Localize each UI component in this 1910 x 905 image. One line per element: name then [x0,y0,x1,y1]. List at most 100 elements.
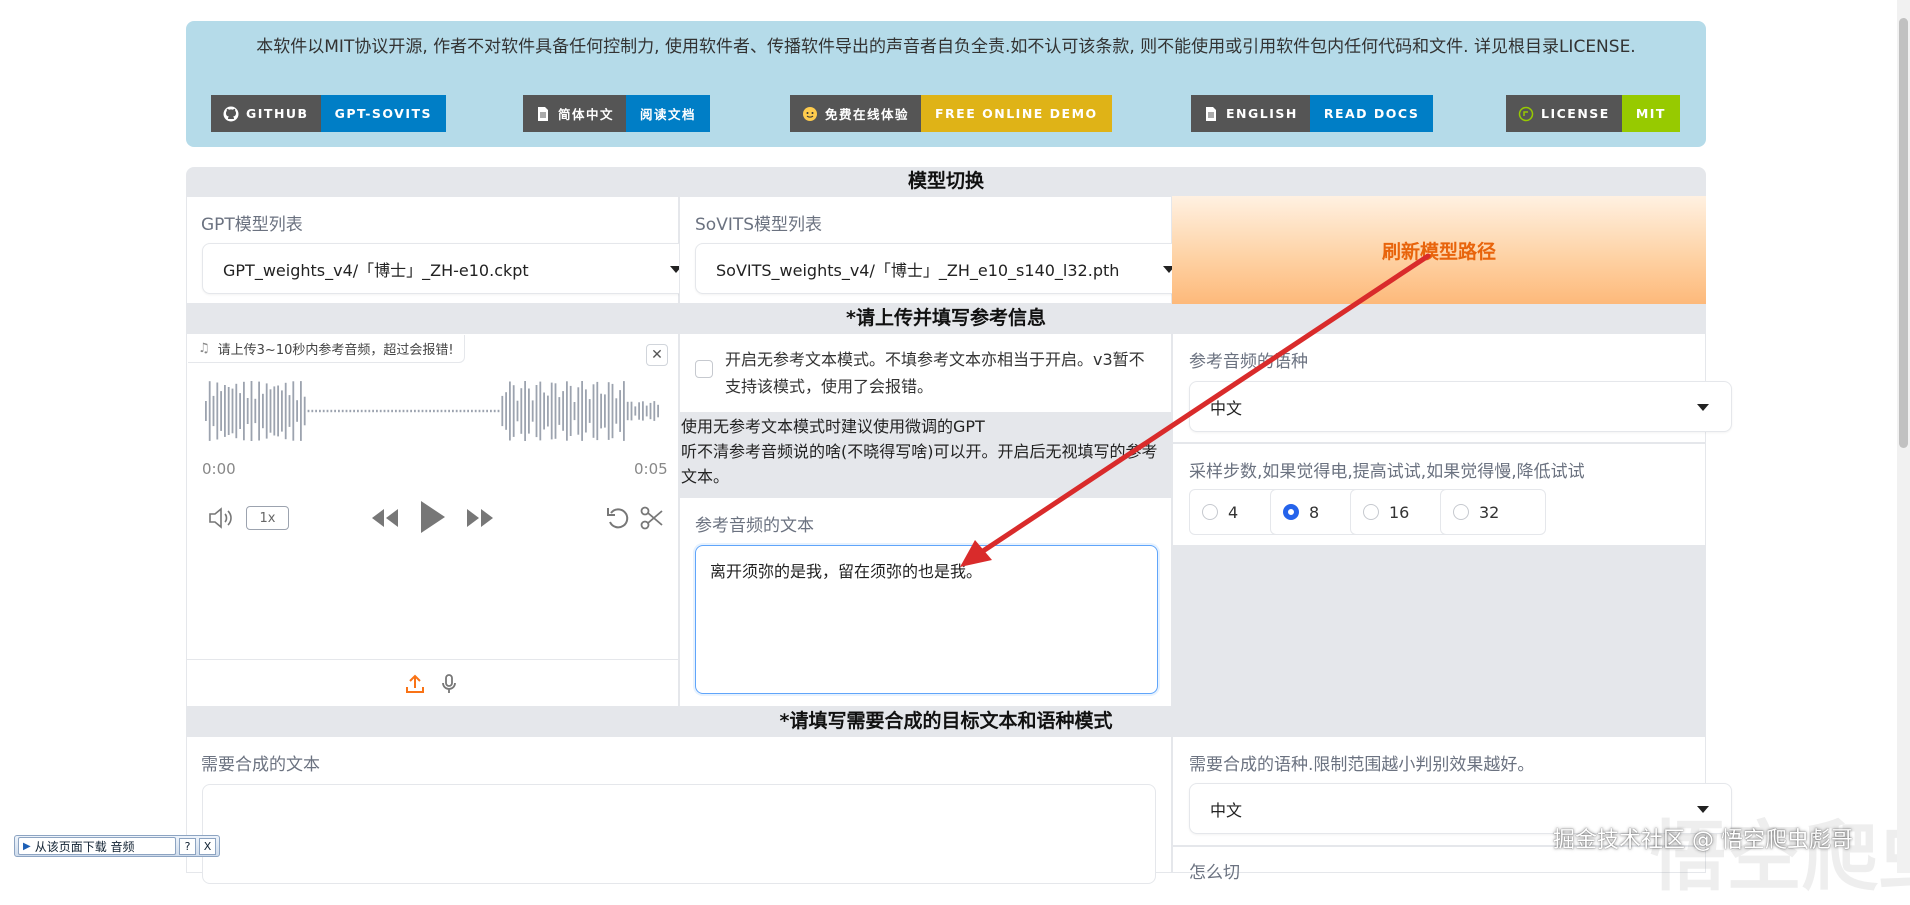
close-toolbar-button[interactable]: X [199,837,216,855]
waveform-bar [387,409,390,413]
waveform-bar [493,409,496,413]
undo-icon[interactable] [605,505,631,531]
rewind-icon[interactable] [369,506,401,530]
badge-github[interactable]: GITHUB GPT-SOVITS [211,95,447,132]
waveform-bar [349,409,352,413]
waveform-bar [638,402,640,420]
audio-waveform[interactable] [202,378,664,444]
steps-option-32[interactable]: 32 [1440,489,1546,535]
waveform-bar [296,400,298,422]
waveform-bar [425,409,428,413]
waveform-bar [292,381,295,441]
waveform-bar [284,382,287,440]
target-text-textarea[interactable] [202,784,1156,884]
trim-scissors-icon[interactable] [639,505,665,531]
volume-icon[interactable] [207,505,235,531]
badge-english-docs[interactable]: ENGLISH READ DOCS [1191,95,1434,132]
waveform-bar [619,390,621,432]
waveform-bar [379,409,382,413]
waveform-bar [395,409,397,413]
badge-chinese-docs[interactable]: 简体中文 阅读文档 [523,95,711,132]
refresh-models-button[interactable]: 刷新模型路径 [1172,196,1706,304]
radio-icon [1453,504,1469,520]
waveform-bar [398,409,401,413]
waveform-bar [615,398,618,424]
microphone-icon[interactable] [438,673,460,695]
waveform-bar [642,401,644,421]
waveform-bar [547,395,549,427]
help-button[interactable]: ? [179,837,196,855]
waveform-bar [550,382,553,440]
waveform-bar [330,409,333,413]
music-note-icon: ♫ [198,341,210,356]
badge-license[interactable]: LICENSE MIT [1506,95,1680,132]
waveform-bar [364,409,367,413]
target-lang-label: 需要合成的语种.限制范围越小判别效果越好。 [1189,755,1535,775]
waveform-bar [239,393,241,429]
waveform-bar [478,409,481,413]
badge-right-label: GPT-SOVITS [320,95,447,132]
hint-line-2: 听不清参考音频说的啥(不晓得写啥)可以开。开启后无视填写的参考文本。 [681,442,1158,486]
waveform-bar [433,409,435,413]
gpt-model-label: GPT模型列表 [201,215,303,235]
waveform-bar [277,385,279,437]
waveform-bar [265,383,268,439]
waveform-bar [376,409,378,413]
waveform-bar [474,409,477,413]
ref-lang-select[interactable]: 中文 [1189,381,1732,432]
badge-left-label: 简体中文 [558,107,615,122]
time-start: 0:00 [202,460,236,478]
waveform-bar [406,409,409,413]
huggingface-icon [803,106,817,121]
document-icon [538,106,548,121]
waveform-bar [623,381,625,441]
badge-online-demo[interactable]: 免费在线体验 FREE ONLINE DEMO [790,95,1112,132]
badge-right-label: 阅读文档 [626,95,711,132]
waveform-bar [452,409,454,413]
target-text-label: 需要合成的文本 [201,755,320,775]
download-audio-button[interactable]: ▶ 从该页面下载 音频 [18,837,176,855]
waveform-bar [490,409,492,413]
cut-method-label: 怎么切 [1189,863,1240,883]
waveform-bar [566,381,568,441]
waveform-bar [524,381,526,441]
no-ref-text-checkbox[interactable] [695,360,713,378]
ref-text-textarea[interactable]: 离开须弥的是我，留在须弥的也是我。 [695,545,1158,694]
waveform-bar [436,409,439,413]
gpt-model-select[interactable]: GPT_weights_v4/「博士」_ZH-e10.ckpt [202,243,705,294]
waveform-bar [516,400,519,422]
waveform-bar [345,409,348,413]
badge-left-label: LICENSE [1541,106,1610,121]
gpt-model-value: GPT_weights_v4/「博士」_ZH-e10.ckpt [223,260,529,280]
waveform-bar [497,409,500,413]
waveform-bar [611,383,614,439]
waveform-bar [421,409,424,413]
waveform-bar [634,406,637,416]
waveform-bar [300,381,302,441]
waveform-bar [216,382,219,440]
waveform-bar [246,398,249,424]
waveform-bar [543,392,545,430]
scrollbar-thumb[interactable] [1899,18,1908,448]
playback-speed-button[interactable]: 1x [246,506,289,530]
waveform-bar [505,392,507,430]
ref-mode-hint: 使用无参考文本模式时建议使用微调的GPT 听不清参考音频说的啥(不晓得写啥)可以… [681,414,1169,489]
waveform-bar [258,381,260,441]
waveform-bar [227,387,230,435]
sampling-steps-label: 采样步数,如果觉得电,提高试试,如果觉得慢,降低试试 [1189,462,1585,482]
waveform-bar [455,409,458,413]
waveform-bar [360,409,363,413]
sovits-model-select[interactable]: SoVITS_weights_v4/「博士」_ZH_e10_s140_l32.p… [695,243,1198,294]
play-icon[interactable] [417,499,447,535]
waveform-bar [208,381,211,441]
waveform-bar [467,409,469,413]
clear-audio-button[interactable]: ✕ [646,344,668,366]
divider [186,659,679,660]
fast-forward-icon[interactable] [464,506,496,530]
target-section-title: *请填写需要合成的目标文本和语种模式 [186,707,1706,736]
license-icon [1518,106,1534,121]
upload-icon[interactable] [404,673,426,695]
download-toolbar: ▶ 从该页面下载 音频 ? X [14,835,220,857]
badge-left-label: ENGLISH [1226,106,1298,121]
download-label: 从该页面下载 音频 [34,839,135,854]
